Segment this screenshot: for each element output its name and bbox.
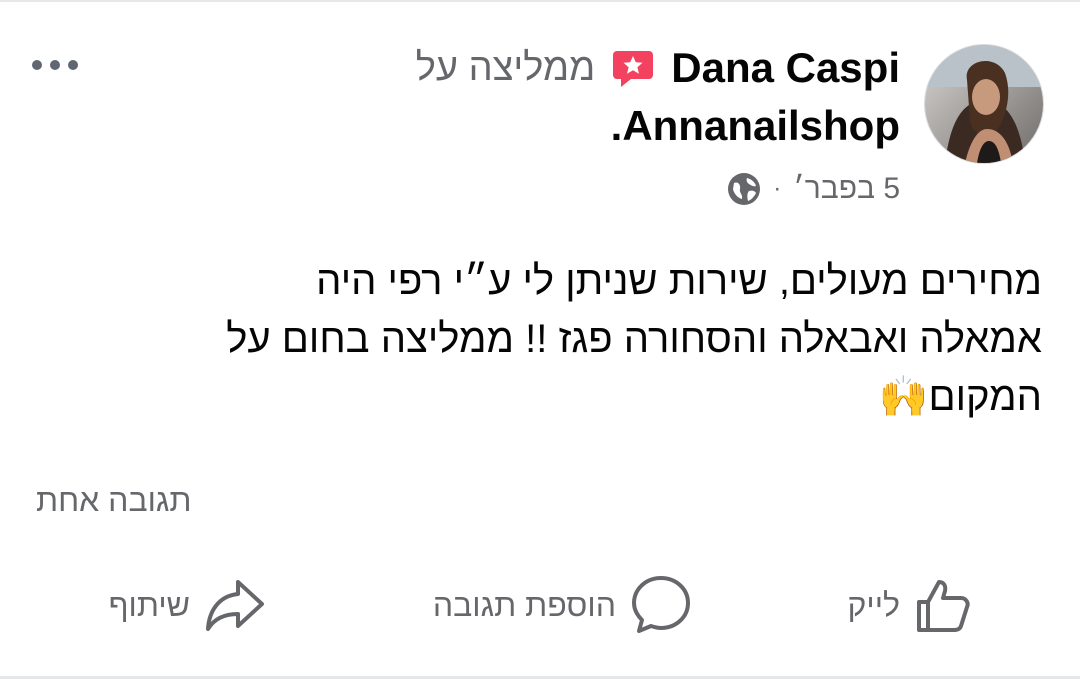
author-avatar[interactable] [924, 44, 1044, 164]
like-button[interactable]: לייק [848, 572, 972, 638]
comments-count[interactable]: תגובה אחת [36, 482, 192, 519]
post-body-line: מחירים מעולים, שירות שניתן לי ע״י רפי הי… [316, 259, 1042, 303]
meta-separator: · [773, 175, 782, 202]
more-dot-icon [50, 60, 60, 70]
like-label: לייק [847, 586, 900, 623]
avatar-image [925, 45, 1043, 163]
comment-bubble-icon [632, 576, 690, 633]
post-date[interactable]: 5 בפבר׳ [793, 172, 900, 206]
post-body-line: אמאלה ואבאלה והסחורה פגז !! ממליצה בחום … [226, 317, 1042, 361]
share-label: שיתוף [108, 586, 190, 623]
more-dot-icon [32, 60, 42, 70]
comment-label: הוספת תגובה [432, 586, 616, 623]
post-meta: 5 בפבר׳ · [727, 172, 900, 206]
thumbs-up-icon [917, 580, 970, 632]
post-header: Dana Caspi ממליצה על Annanailshop. [280, 38, 900, 156]
page-name[interactable]: Annanailshop. [280, 96, 900, 156]
post-body: מחירים מעולים, שירות שניתן לי ע״י רפי הי… [32, 252, 1042, 426]
header-line: Dana Caspi ממליצה על [280, 38, 900, 98]
comment-button[interactable]: הוספת תגובה [433, 572, 692, 638]
more-dot-icon [68, 60, 78, 70]
recommendation-badge-icon [613, 51, 654, 87]
post-body-line: המקום🙌 [878, 375, 1042, 419]
author-name[interactable]: Dana Caspi [671, 38, 900, 98]
top-divider [0, 0, 1080, 2]
share-button[interactable]: שיתוף [109, 572, 266, 638]
globe-icon [728, 173, 761, 205]
recommends-label: ממליצה על [415, 47, 596, 89]
share-arrow-icon [206, 580, 264, 631]
more-options-icon[interactable] [32, 60, 78, 70]
